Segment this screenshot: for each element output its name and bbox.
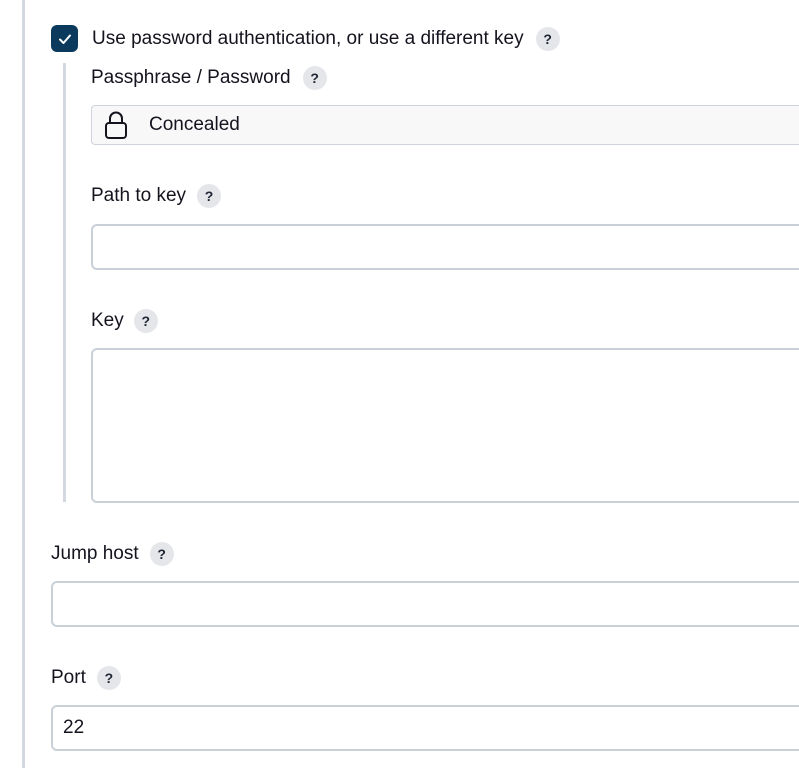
- passphrase-value: Concealed: [149, 114, 240, 135]
- nested-section-indent-rule: [63, 63, 66, 502]
- passphrase-concealed-field[interactable]: Concealed: [91, 105, 799, 145]
- passphrase-label: Passphrase / Password: [91, 67, 291, 88]
- help-icon[interactable]: ?: [133, 309, 158, 333]
- port-input[interactable]: [51, 705, 799, 751]
- key-label: Key: [91, 310, 124, 331]
- path-to-key-label-row: Path to key ?: [91, 184, 222, 208]
- path-to-key-input[interactable]: [91, 224, 799, 270]
- passphrase-label-row: Passphrase / Password ?: [91, 66, 327, 90]
- jump-host-label: Jump host: [51, 543, 139, 564]
- help-icon[interactable]: ?: [302, 66, 327, 90]
- section-indent-rule: [22, 0, 25, 768]
- port-label-row: Port ?: [51, 666, 121, 690]
- help-icon[interactable]: ?: [96, 666, 121, 690]
- use-password-auth-label-row: Use password authentication, or use a di…: [92, 27, 560, 51]
- help-icon[interactable]: ?: [535, 27, 560, 51]
- lock-icon: [105, 111, 127, 139]
- jump-host-input[interactable]: [51, 581, 799, 627]
- key-textarea[interactable]: [91, 348, 799, 503]
- jump-host-label-row: Jump host ?: [51, 542, 174, 566]
- port-label: Port: [51, 667, 86, 688]
- help-icon[interactable]: ?: [197, 184, 222, 208]
- checkmark-icon: [58, 34, 71, 44]
- path-to-key-label: Path to key: [91, 185, 187, 206]
- key-label-row: Key ?: [91, 309, 158, 333]
- help-icon[interactable]: ?: [149, 542, 174, 566]
- use-password-auth-checkbox[interactable]: [51, 25, 78, 52]
- use-password-auth-label: Use password authentication, or use a di…: [92, 28, 524, 49]
